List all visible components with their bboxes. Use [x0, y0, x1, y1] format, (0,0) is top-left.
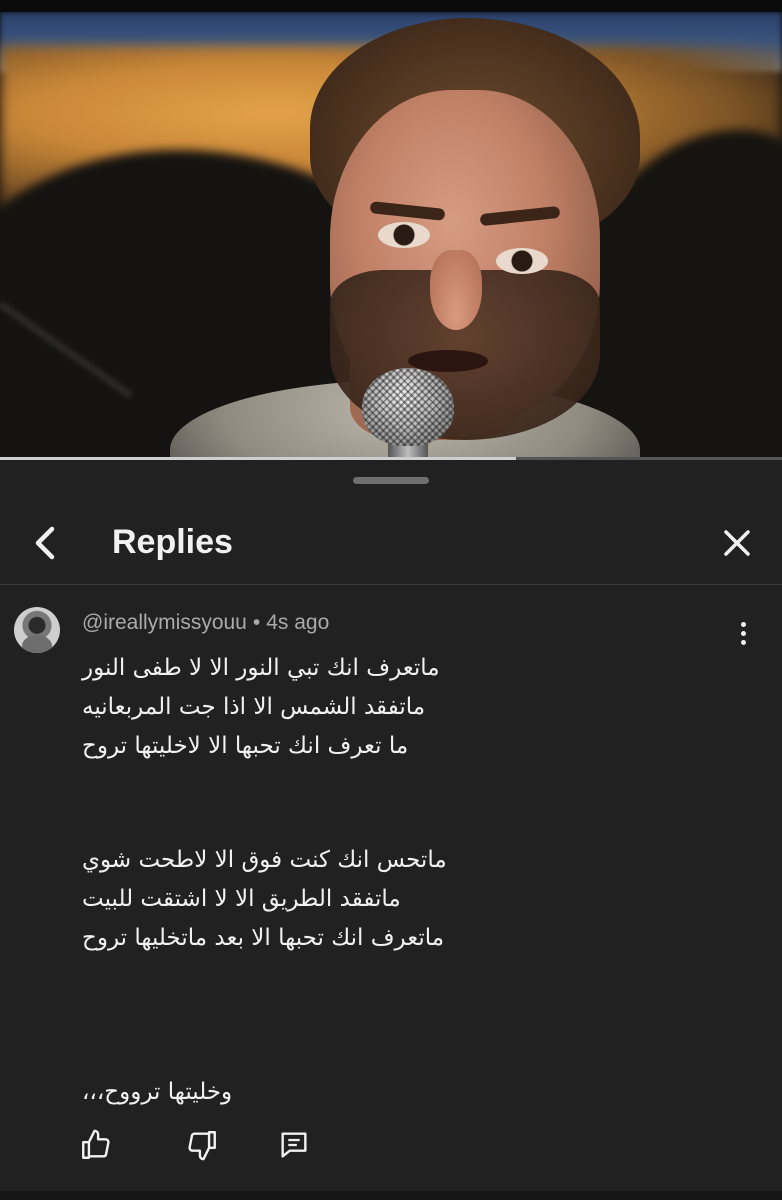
- comment: @ireallymissyouu • 4s ago ماتعرف انك تبي ا…: [0, 585, 782, 1200]
- comment-actions: [0, 1125, 782, 1175]
- stanza-gap: [82, 958, 722, 1073]
- comment-text: ماتعرف انك تبي النور الا لا طفى النور ما…: [82, 649, 722, 1112]
- comment-line: ماتفقد الطريق الا لا اشتقت للبيت: [82, 886, 401, 912]
- comment-line: ما تعرف انك تحبها الا لاخليتها تروح: [82, 733, 409, 759]
- comment-line: ماتعرف انك تحبها الا بعد ماتخليها تروح: [82, 925, 445, 951]
- stanza-gap: [82, 766, 722, 841]
- drag-handle[interactable]: [353, 477, 429, 484]
- comment-time: 4s ago: [266, 611, 330, 634]
- singer-eye-left: [378, 222, 430, 248]
- thumbs-down-icon: [188, 1131, 216, 1161]
- comment-line: وخليتها ترووح،،،: [82, 1079, 233, 1105]
- video-progress-bar[interactable]: [0, 457, 782, 460]
- sheet-header: Replies: [0, 502, 782, 584]
- comment-author[interactable]: @ireallymissyouu: [82, 611, 247, 634]
- more-dot: [740, 639, 746, 645]
- close-button[interactable]: [712, 518, 762, 568]
- singer-nose: [430, 250, 482, 330]
- dislike-button[interactable]: [182, 1125, 222, 1165]
- close-icon: [724, 530, 750, 556]
- avatar[interactable]: [14, 607, 60, 653]
- more-vertical-icon: [740, 621, 746, 627]
- more-options-button[interactable]: [728, 613, 758, 653]
- comment-line: ماتفقد الشمس الا اذا جت المربعانيه: [82, 694, 426, 720]
- more-dot: [740, 630, 746, 636]
- sheet-title: Replies: [112, 523, 233, 561]
- video-player[interactable]: [0, 0, 782, 460]
- thumbs-up-icon: [82, 1129, 110, 1159]
- comment-line: ماتعرف انك تبي النور الا لا طفى النور: [82, 655, 440, 681]
- comment-icon: [281, 1132, 307, 1158]
- like-button[interactable]: [76, 1125, 116, 1165]
- singer-eye-right: [496, 248, 548, 274]
- microphone-head: [362, 368, 454, 446]
- video-frame-singer: [0, 0, 782, 460]
- comment-line: ماتحس انك كنت فوق الا لاطحت شوي: [82, 847, 447, 873]
- video-progress-fill: [0, 457, 517, 460]
- bottom-edge: [0, 1191, 782, 1200]
- comment-meta: @ireallymissyouu • 4s ago: [82, 611, 329, 635]
- back-button[interactable]: [22, 518, 66, 568]
- app-screen: Replies @ireallymissyouu • 4s ago ماتعرف ا…: [0, 0, 782, 1200]
- reply-button[interactable]: [274, 1125, 314, 1165]
- replies-sheet: Replies @ireallymissyouu • 4s ago ماتعرف ا…: [0, 462, 782, 1200]
- meta-separator: •: [252, 611, 261, 634]
- chevron-left-icon: [35, 526, 55, 560]
- status-strip: [0, 0, 782, 12]
